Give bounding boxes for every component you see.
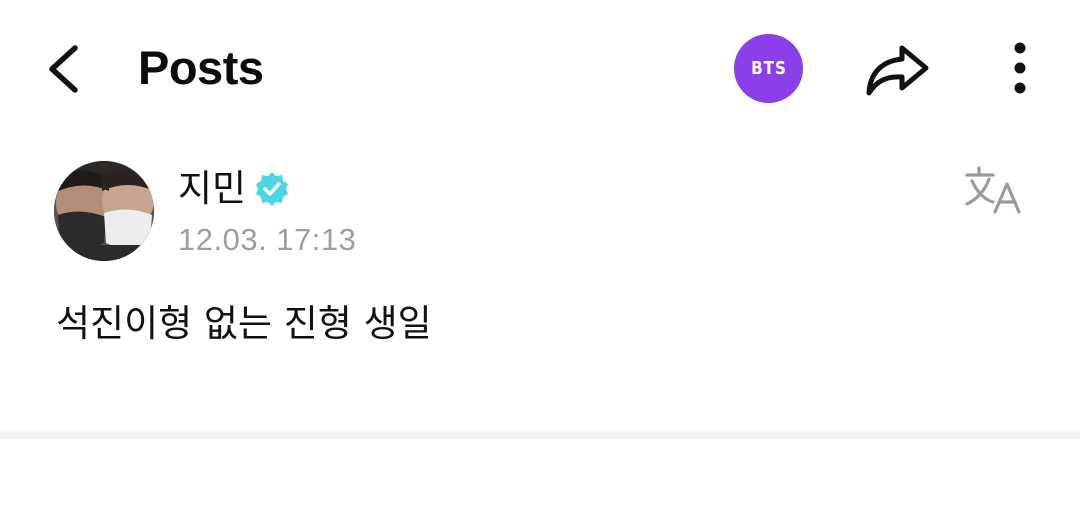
post-timestamp: 12.03. 17:13 (178, 222, 357, 257)
share-arrow-icon (866, 45, 929, 96)
author-name[interactable]: 지민 (178, 165, 246, 213)
page-title: Posts (138, 41, 264, 94)
verified-badge-icon (254, 171, 290, 207)
translate-icon (965, 166, 1021, 214)
artist-community-button[interactable]: BTS (734, 34, 803, 103)
more-options-button[interactable] (1000, 38, 1040, 100)
vertical-dots-icon (1014, 42, 1026, 94)
translate-button[interactable] (963, 164, 1027, 218)
app-header: Posts BTS (0, 0, 1080, 136)
artist-badge-label: BTS (750, 58, 787, 79)
share-button[interactable] (862, 38, 934, 100)
author-avatar[interactable] (54, 161, 154, 261)
section-divider (0, 431, 1080, 439)
author-row: 지민 (178, 162, 290, 216)
avatar-photo (54, 161, 154, 261)
post-content: 석진이형 없는 진형 생일 (56, 302, 432, 345)
back-button[interactable] (40, 40, 90, 98)
chevron-left-icon (49, 45, 78, 93)
